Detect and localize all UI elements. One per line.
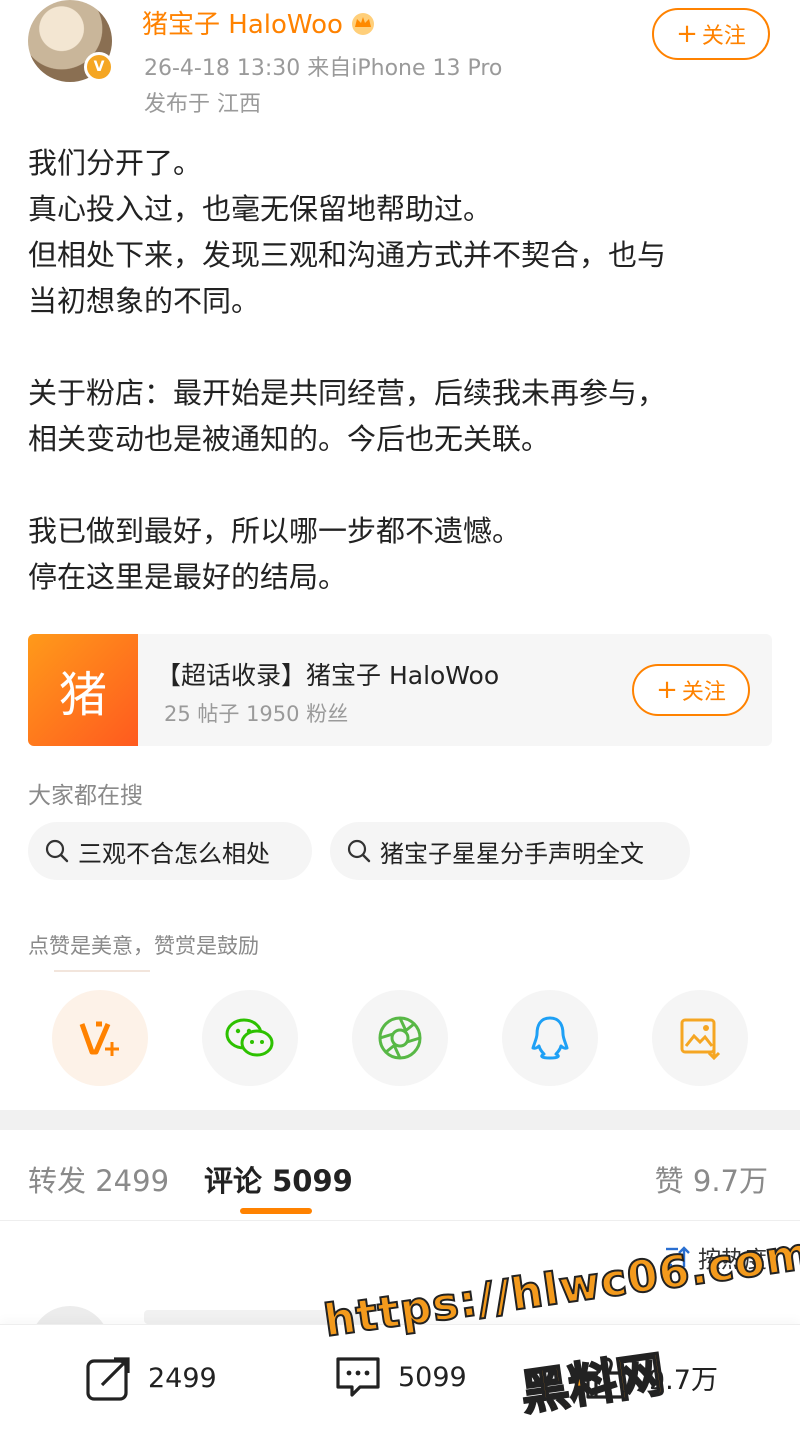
post-meta: 26-4-18 13:30 来自iPhone 13 Pro [144, 56, 503, 81]
search-chip-label: 猪宝子星星分手声明全文 [380, 839, 644, 868]
comment-count: 5099 [398, 1361, 467, 1393]
active-tab-indicator [240, 1208, 312, 1214]
save-image-icon [680, 1018, 721, 1060]
topic-follow-label: 关注 [681, 680, 726, 705]
share-moments-button[interactable] [352, 990, 448, 1086]
post-line: 我们分开了。 [28, 146, 203, 180]
search-icon [45, 839, 69, 863]
post-line: 关于粉店：最开始是共同经营，后续我未再参与， [28, 376, 667, 410]
share-qq-button[interactable] [502, 990, 598, 1086]
post-line: 真心投入过，也毫无保留地帮助过。 [28, 192, 493, 226]
verified-badge-icon: V [84, 52, 114, 82]
comment-icon [336, 1357, 380, 1397]
search-icon [347, 839, 371, 863]
like-prompt: 点赞是美意，赞赏是鼓励 [28, 934, 259, 958]
comment-button[interactable]: 5099 [332, 1353, 467, 1401]
share-icon [86, 1357, 130, 1401]
repost-button[interactable]: 2499 [84, 1353, 217, 1403]
wechat-icon [225, 1018, 274, 1057]
crown-icon [351, 12, 374, 35]
post-line: 停在这里是最好的结局。 [28, 560, 348, 594]
post-line: 相关变动也是被通知的。今后也无关联。 [28, 422, 551, 456]
qq-icon [531, 1016, 569, 1060]
divider [54, 970, 150, 972]
interaction-tabs: 转发 2499 评论 5099 赞 9.7万 [0, 1130, 800, 1221]
repost-count: 2499 [148, 1362, 217, 1394]
vplus-button[interactable] [52, 990, 148, 1086]
post-line: 当初想象的不同。 [28, 284, 261, 318]
post-line: 但相处下来，发现三观和沟通方式并不契合，也与 [28, 238, 667, 272]
topic-follow-button[interactable]: + 关注 [632, 664, 750, 716]
save-image-button[interactable] [652, 990, 748, 1086]
tab-comment[interactable]: 评论 5099 [204, 1158, 353, 1200]
username[interactable]: 猪宝子 HaloWoo [142, 4, 377, 41]
topic-thumbnail: 猪 [28, 634, 138, 746]
post-location: 发布于 江西 [144, 92, 261, 117]
tab-like[interactable]: 赞 9.7万 [655, 1158, 768, 1200]
moments-icon [378, 1016, 422, 1060]
plus-icon: + [656, 675, 678, 705]
plus-icon: + [676, 19, 698, 49]
follow-button[interactable]: + 关注 [652, 8, 770, 60]
search-heading: 大家都在搜 [28, 783, 143, 809]
topic-stats: 25 帖子 1950 粉丝 [164, 702, 349, 726]
super-topic-card[interactable]: 猪 【超话收录】猪宝子 HaloWoo 25 帖子 1950 粉丝 + 关注 [28, 634, 772, 746]
vplus-icon [79, 1021, 119, 1056]
avatar[interactable]: V [28, 0, 114, 82]
username-label: 猪宝子 HaloWoo [142, 10, 343, 40]
search-chip[interactable]: 三观不合怎么相处 [28, 822, 312, 880]
bottom-action-bar: 2499 5099 9.7万 [0, 1324, 800, 1433]
search-chip-label: 三观不合怎么相处 [78, 839, 270, 868]
follow-label: 关注 [701, 24, 746, 49]
section-divider [0, 1110, 800, 1130]
post-line: 我已做到最好，所以哪一步都不遗憾。 [28, 514, 522, 548]
topic-title: 【超话收录】猪宝子 HaloWoo [156, 661, 500, 690]
post-body: 我们分开了。 真心投入过，也毫无保留地帮助过。 但相处下来，发现三观和沟通方式并… [28, 140, 772, 600]
share-wechat-button[interactable] [202, 990, 298, 1086]
tab-repost[interactable]: 转发 2499 [28, 1158, 169, 1200]
search-chip[interactable]: 猪宝子星星分手声明全文 [330, 822, 690, 880]
